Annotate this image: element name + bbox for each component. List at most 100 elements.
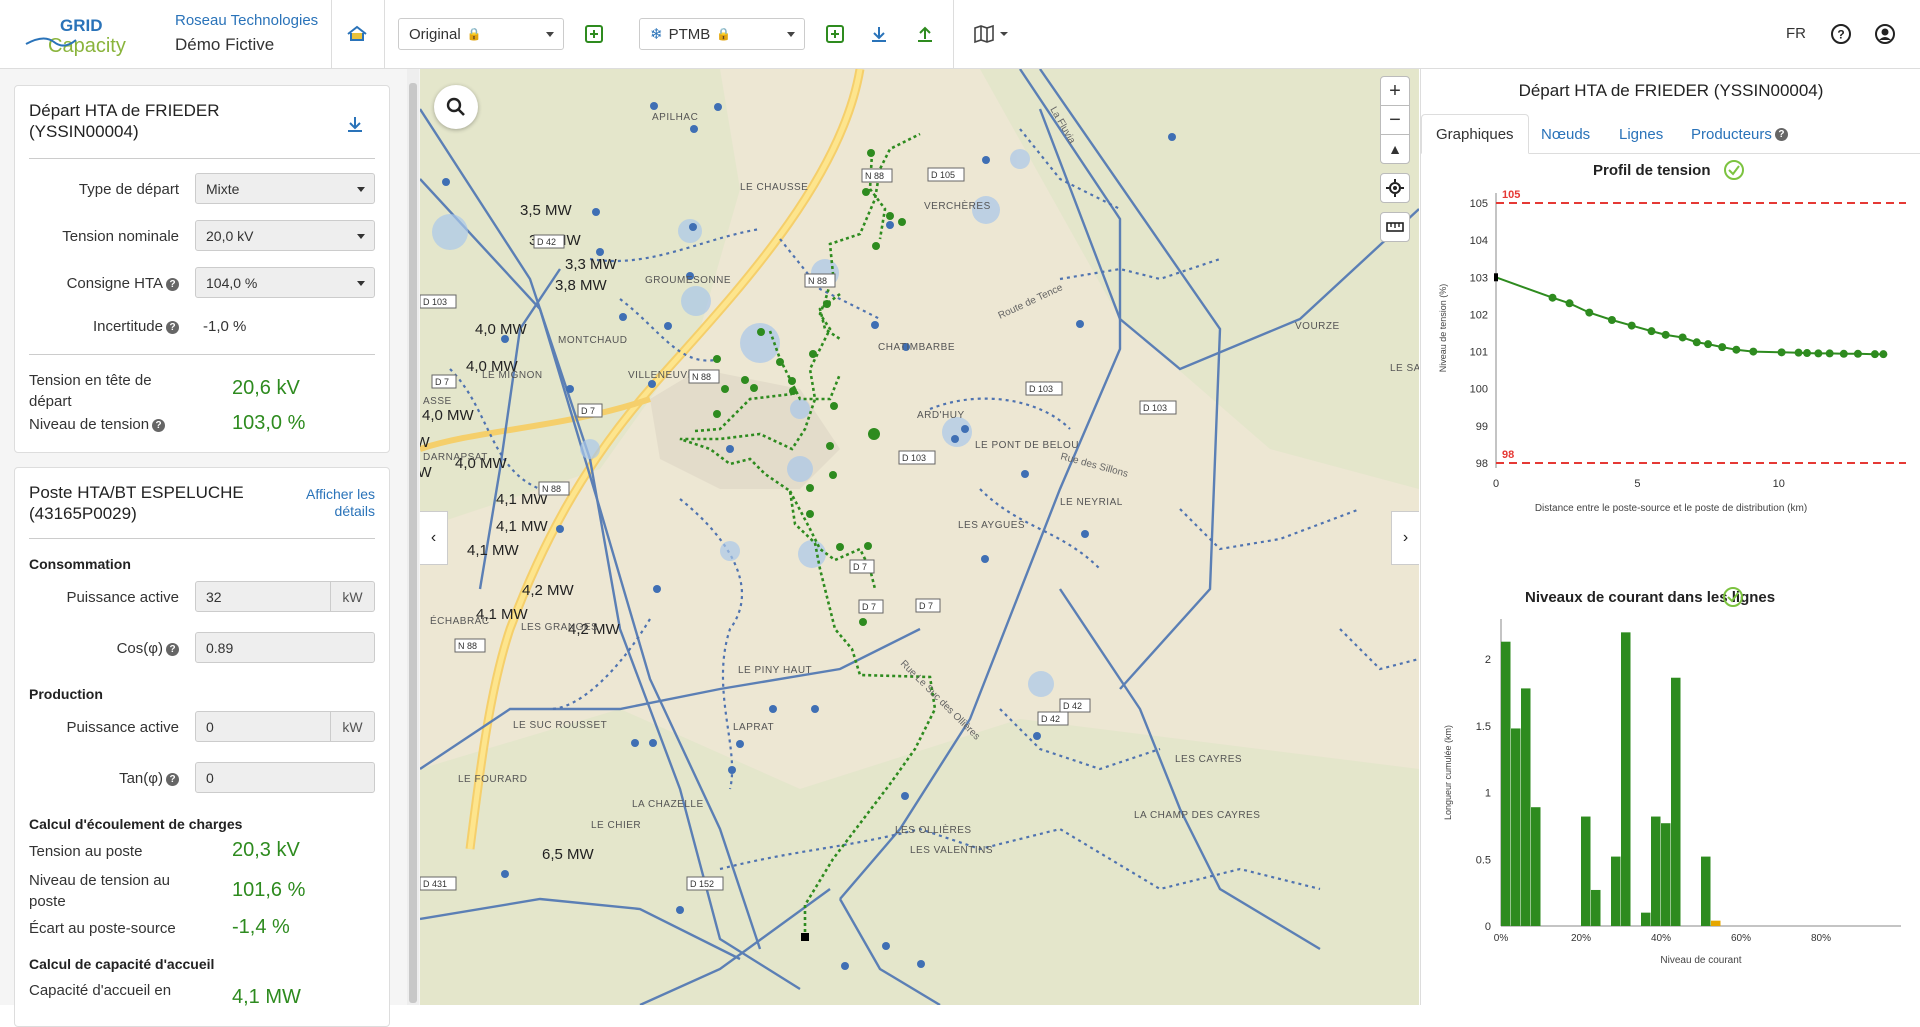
scrollbar-thumb[interactable]: [409, 83, 417, 1003]
station-level-label: Niveau de tension au poste: [29, 872, 170, 910]
data-point: [1661, 330, 1670, 339]
chevron-down-icon: [357, 187, 365, 192]
tab-graphiques[interactable]: Graphiques: [1421, 114, 1529, 154]
network-select[interactable]: ❄ PTMB 🔒: [639, 18, 805, 50]
scenario-select[interactable]: Original 🔒: [398, 18, 564, 50]
place-label: LAPRAT: [733, 722, 774, 733]
svg-text:?: ?: [1837, 28, 1844, 42]
map-canvas[interactable]: 3,5 MW3,6 MW3,3 MW3,8 MW4,0 MW4,0 MW4,0 …: [420, 69, 1419, 1005]
y-tick-label: 103: [1470, 272, 1488, 284]
place-label: LES VALENTINS: [910, 845, 993, 856]
active-power-label: Puissance active: [66, 589, 179, 606]
zoom-in-button[interactable]: +: [1380, 76, 1410, 106]
current-levels-chart[interactable]: 00.511.520% 20% 40% 60% 80%Niveau de courant…: [1421, 609, 1920, 1004]
place-label: LES AYGUES: [958, 520, 1025, 531]
tab-noeuds[interactable]: Nœuds: [1541, 114, 1590, 154]
voltage-profile-chart[interactable]: 98 99 100 101 102 103 104 105 0 5 10 105 98 Distance …: [1421, 183, 1920, 513]
data-point: [1565, 299, 1574, 308]
bar: [1621, 632, 1631, 926]
voltage-level-value: 103,0 %: [232, 412, 306, 434]
deviation-value: -1,4 %: [232, 916, 290, 938]
tab-lignes[interactable]: Lignes: [1619, 114, 1663, 154]
production-heading: Production: [29, 686, 103, 702]
org-name: Roseau Technologies: [175, 12, 319, 29]
y-tick-label: 99: [1476, 421, 1488, 433]
place-label: GROUMESONNE: [645, 275, 731, 286]
capacity-label: 4,2 MW: [522, 582, 575, 599]
x-tick-label: 0%: [1494, 933, 1509, 944]
active-power-input[interactable]: 32: [195, 581, 331, 612]
tab-producteurs[interactable]: Producteurs?: [1691, 114, 1788, 154]
road-label: D 103: [902, 453, 926, 463]
help-icon[interactable]: ?: [166, 277, 179, 291]
road-label: D 103: [1143, 403, 1167, 413]
capacity-label: 4,0 MW: [420, 464, 433, 481]
place-label: MONTCHAUD: [558, 335, 628, 346]
map-layers-icon[interactable]: [970, 20, 1012, 48]
help-icon[interactable]: ?: [1827, 20, 1855, 48]
cos-input[interactable]: 0.89: [195, 632, 375, 663]
home-icon[interactable]: [343, 20, 371, 48]
add-scenario-icon[interactable]: [580, 20, 608, 48]
bar: [1581, 816, 1591, 926]
place-label: LA CHAZELLE: [632, 799, 704, 810]
bar: [1591, 889, 1601, 926]
type-label: Type de départ: [78, 181, 179, 198]
upload-icon[interactable]: [911, 20, 939, 48]
zoom-out-button[interactable]: −: [1380, 105, 1410, 135]
right-panel-title: Départ HTA de FRIEDER (YSSIN00004): [1518, 81, 1824, 100]
voltage-line: [1495, 276, 1884, 356]
source-substation[interactable]: [801, 933, 809, 941]
tabs: Graphiques Nœuds Lignes Producteurs?: [1421, 114, 1920, 154]
lock-icon: 🔒: [466, 27, 482, 41]
map-view[interactable]: 3,5 MW3,6 MW3,3 MW3,8 MW4,0 MW4,0 MW4,0 …: [420, 69, 1419, 1005]
compass-icon[interactable]: ▲: [1380, 134, 1410, 164]
collapse-right-button[interactable]: ›: [1391, 511, 1419, 565]
road-label: N 88: [808, 276, 827, 286]
data-point: [1548, 293, 1557, 302]
left-scrollbar[interactable]: [407, 69, 419, 1005]
help-icon[interactable]: ?: [1774, 127, 1788, 141]
add-network-icon[interactable]: [821, 20, 849, 48]
gridcapacity-logo[interactable]: GRID Capacity: [24, 14, 144, 58]
help-icon[interactable]: ?: [166, 320, 179, 334]
place-label: ASSE: [423, 396, 452, 407]
bar: [1641, 912, 1651, 926]
consumption-heading: Consommation: [29, 556, 131, 572]
setpoint-select[interactable]: 104,0 %: [195, 267, 375, 298]
place-label: LE CHAUSSE: [740, 182, 808, 193]
divider: [953, 0, 954, 69]
y-tick-label: 1: [1485, 788, 1491, 800]
road-label: D 7: [435, 377, 449, 387]
right-panel: Départ HTA de FRIEDER (YSSIN00004) Graph…: [1420, 69, 1920, 1005]
show-details-link[interactable]: Afficher les détails: [285, 486, 375, 520]
ruler-icon[interactable]: [1380, 212, 1410, 242]
place-label: LES GRANGES: [521, 622, 598, 633]
road-label: N 88: [692, 372, 711, 382]
road-label: D 42: [537, 237, 556, 247]
place-label: ÉCHABRAC: [430, 614, 490, 627]
language-select[interactable]: FR: [1786, 25, 1806, 42]
data-point: [1678, 333, 1687, 342]
prod-power-input[interactable]: 0: [195, 711, 331, 742]
place-label: LES OLLIÈRES: [895, 823, 972, 836]
scenario-value: Original: [409, 25, 461, 43]
place-label: LE MIGNON: [482, 370, 543, 381]
nominal-select[interactable]: 20,0 kV: [195, 220, 375, 251]
tan-input[interactable]: 0: [195, 762, 375, 793]
place-label: LE SUC ROUSSET: [513, 720, 607, 731]
left-panel: Départ HTA de FRIEDER (YSSIN00004) Type …: [0, 69, 420, 1027]
station-voltage-label: Tension au poste: [29, 843, 143, 860]
locate-icon[interactable]: [1380, 173, 1410, 203]
download-icon[interactable]: [865, 20, 893, 48]
type-select[interactable]: Mixte: [195, 173, 375, 204]
road-label: D 152: [690, 879, 714, 889]
download-icon[interactable]: [341, 110, 369, 138]
collapse-left-button[interactable]: ‹: [420, 511, 448, 565]
help-icon[interactable]: ?: [166, 772, 179, 786]
user-icon[interactable]: [1871, 20, 1899, 48]
help-icon[interactable]: ?: [166, 642, 179, 656]
map-search-button[interactable]: [434, 85, 478, 129]
place-label: LES CAYRES: [1175, 754, 1242, 765]
help-icon[interactable]: ?: [152, 418, 166, 432]
